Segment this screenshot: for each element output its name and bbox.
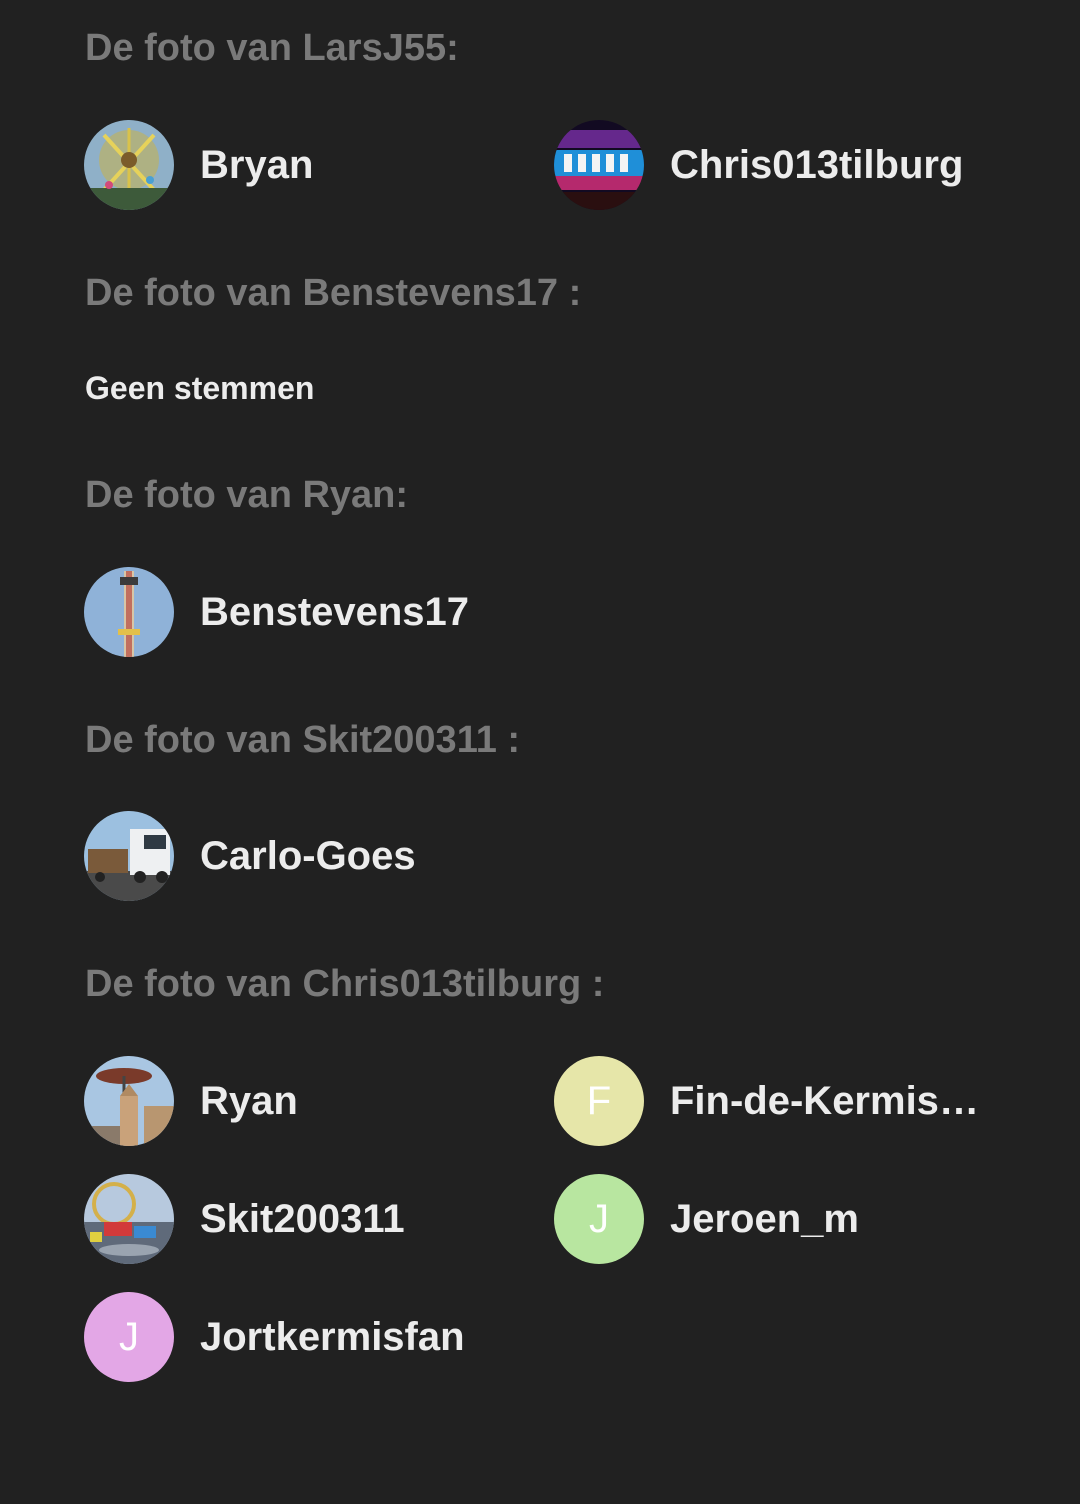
avatar-photo-truck — [84, 811, 174, 901]
voter-skit200311[interactable]: Skit200311 — [84, 1174, 504, 1264]
voter-ryan[interactable]: Ryan — [84, 1056, 504, 1146]
section-heading-larsj55: De foto van LarsJ55: — [85, 27, 459, 69]
voter-name: Jortkermisfan — [200, 1315, 465, 1359]
avatar-initial-letter: J — [589, 1197, 609, 1241]
voter-name: Ryan — [200, 1079, 298, 1123]
no-votes-label: Geen stemmen — [85, 370, 315, 406]
voter-jortkermisfan[interactable]: J Jortkermisfan — [84, 1292, 504, 1382]
voter-name: Skit200311 — [200, 1197, 405, 1241]
avatar-photo-swing-ride — [84, 120, 174, 210]
avatar-initial-letter: F — [586, 1079, 612, 1123]
voter-name: Benstevens17 — [200, 590, 470, 634]
voter-bryan[interactable]: Bryan — [84, 120, 504, 210]
avatar-initial: J — [84, 1292, 174, 1382]
avatar-photo-drop-tower — [84, 567, 174, 657]
voter-name: Chris013tilburg — [670, 143, 964, 187]
voter-name: Bryan — [200, 143, 314, 187]
voter-chris013tilburg[interactable]: Chris013tilburg — [554, 120, 994, 210]
avatar-photo-church-ride — [84, 1056, 174, 1146]
avatar-initial: F — [554, 1056, 644, 1146]
voter-name: Jeroen_m — [670, 1197, 859, 1241]
voter-fin-de-kermise[interactable]: F Fin-de-Kermise… — [554, 1056, 994, 1146]
voter-benstevens17[interactable]: Benstevens17 — [84, 567, 504, 657]
section-heading-chris013tilburg: De foto van Chris013tilburg : — [85, 963, 605, 1005]
avatar-initial-letter: J — [119, 1315, 139, 1359]
avatar-photo-fairground — [84, 1174, 174, 1264]
voter-jeroen-m[interactable]: J Jeroen_m — [554, 1174, 994, 1264]
section-heading-benstevens17: De foto van Benstevens17 : — [85, 272, 582, 314]
avatar-photo-kermis-sign — [554, 120, 644, 210]
voter-carlo-goes[interactable]: Carlo-Goes — [84, 811, 504, 901]
section-heading-ryan: De foto van Ryan: — [85, 474, 409, 516]
voter-name: Carlo-Goes — [200, 834, 416, 878]
avatar-initial: J — [554, 1174, 644, 1264]
section-heading-skit200311: De foto van Skit200311 : — [85, 719, 521, 761]
voter-name: Fin-de-Kermise… — [670, 1079, 994, 1123]
